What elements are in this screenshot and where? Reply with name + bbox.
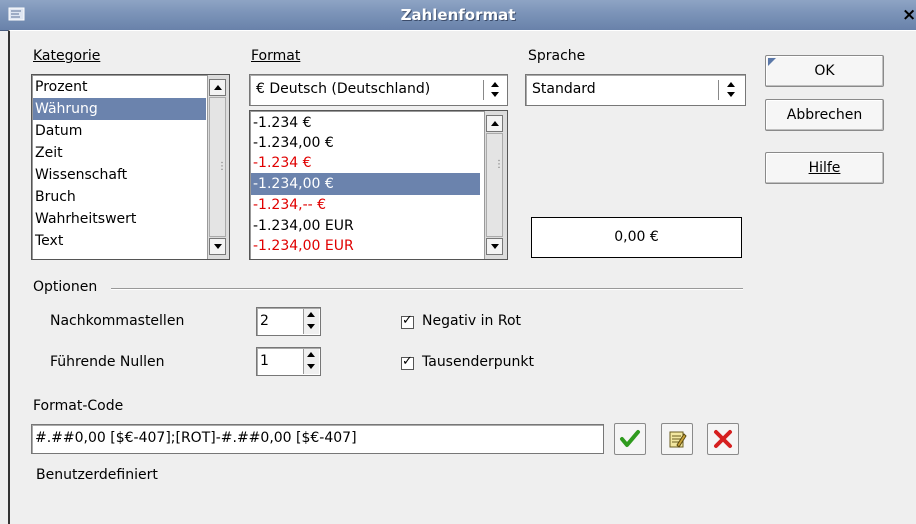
- format-label: Format: [251, 48, 301, 64]
- arrow-up-icon: [214, 85, 222, 90]
- default-indicator-icon: [768, 58, 776, 66]
- list-item[interactable]: Bruch: [35, 186, 76, 208]
- format-item[interactable]: -1.234,00 €: [253, 132, 334, 154]
- scroll-down-button[interactable]: [486, 238, 503, 255]
- window-title: Zahlenformat: [400, 6, 516, 24]
- combo-arrows-icon: [490, 81, 500, 101]
- fuehrende-nullen-value: 1: [260, 353, 269, 369]
- format-code-value: #.##0,00 [$€-407];[ROT]-#.##0,00 [$€-407…: [35, 430, 357, 446]
- fuehrende-nullen-stepper[interactable]: 1: [256, 347, 321, 376]
- format-description: Benutzerdefiniert: [36, 467, 158, 483]
- combo-separator: [718, 80, 719, 100]
- scroll-thumb[interactable]: ⋮: [486, 133, 504, 237]
- close-icon[interactable]: ×: [902, 6, 916, 24]
- list-item[interactable]: Zeit: [35, 142, 63, 164]
- delete-x-icon: [714, 430, 732, 448]
- list-item[interactable]: Datum: [35, 120, 82, 142]
- optionen-separator: [111, 288, 743, 290]
- arrow-down-icon: [214, 244, 222, 249]
- edit-comment-button[interactable]: [661, 423, 693, 455]
- delete-format-button[interactable]: [707, 423, 739, 455]
- format-item[interactable]: -1.234,00 €: [251, 173, 480, 195]
- ok-button-label: OK: [814, 63, 835, 79]
- abbrechen-button-label: Abbrechen: [786, 107, 863, 123]
- title-bar[interactable]: Zahlenformat ×: [0, 0, 916, 31]
- hilfe-button-label: Hilfe: [808, 160, 841, 176]
- negativ-in-rot-checkbox[interactable]: ✓: [401, 313, 414, 329]
- format-item[interactable]: -1.234,-- €: [253, 194, 326, 216]
- ok-button[interactable]: OK: [765, 55, 884, 87]
- list-item[interactable]: Währung: [33, 98, 206, 120]
- format-code-input[interactable]: #.##0,00 [$€-407];[ROT]-#.##0,00 [$€-407…: [31, 424, 604, 454]
- format-scrollbar[interactable]: ⋮: [484, 111, 507, 259]
- arrow-up-icon: [491, 121, 499, 126]
- format-item[interactable]: -1.234 €: [253, 112, 312, 134]
- format-combo-value: € Deutsch (Deutschland): [256, 81, 431, 97]
- kategorie-label: Kategorie: [33, 48, 101, 64]
- list-item[interactable]: Wahrheitswert: [35, 208, 136, 230]
- sprache-combo[interactable]: Standard: [525, 74, 746, 106]
- nachkommastellen-value: 2: [260, 313, 269, 329]
- fuehrende-nullen-label: Führende Nullen: [50, 354, 165, 370]
- optionen-label: Optionen: [33, 279, 98, 295]
- scroll-down-button[interactable]: [209, 238, 226, 255]
- grip-icon: ⋮: [494, 159, 504, 170]
- kategorie-scrollbar[interactable]: ⋮: [207, 75, 229, 259]
- list-item[interactable]: Wissenschaft: [35, 164, 127, 186]
- format-list[interactable]: -1.234 € -1.234,00 € -1.234 € -1.234,00 …: [249, 110, 508, 260]
- scroll-up-button[interactable]: [486, 115, 503, 132]
- spin-arrows-icon[interactable]: [303, 349, 319, 374]
- nachkommastellen-stepper[interactable]: 2: [256, 307, 321, 336]
- checkmark-icon: [620, 430, 640, 447]
- tausenderpunkt-checkbox[interactable]: ✓: [401, 354, 414, 370]
- format-language-combo[interactable]: € Deutsch (Deutschland): [249, 74, 508, 106]
- kategorie-list[interactable]: Prozent Währung Datum Zeit Wissenschaft …: [31, 74, 230, 260]
- list-item[interactable]: Prozent: [35, 76, 88, 98]
- arrow-down-icon: [491, 244, 499, 249]
- format-preview: 0,00 €: [531, 217, 742, 258]
- negativ-in-rot-label[interactable]: Negativ in Rot: [422, 313, 521, 329]
- abbrechen-button[interactable]: Abbrechen: [765, 99, 884, 131]
- check-icon: ✓: [402, 354, 413, 369]
- format-item[interactable]: -1.234 €: [253, 152, 312, 174]
- sprache-label: Sprache: [528, 48, 586, 64]
- combo-separator: [483, 80, 484, 100]
- grip-icon: ⋮: [217, 161, 227, 172]
- list-item[interactable]: Text: [35, 230, 63, 252]
- hilfe-button[interactable]: Hilfe: [765, 152, 884, 184]
- combo-arrows-icon: [726, 81, 736, 101]
- spin-arrows-icon[interactable]: [303, 309, 319, 334]
- note-edit-icon: [669, 431, 687, 448]
- format-item[interactable]: -1.234,00 EUR: [253, 215, 354, 237]
- format-item[interactable]: -1.234,00 EUR: [253, 235, 354, 257]
- check-icon: ✓: [402, 313, 413, 328]
- tausenderpunkt-label[interactable]: Tausenderpunkt: [422, 354, 534, 370]
- sprache-combo-value: Standard: [532, 81, 596, 97]
- nachkommastellen-label: Nachkommastellen: [50, 313, 185, 329]
- scroll-thumb[interactable]: ⋮: [209, 97, 227, 237]
- accept-format-button[interactable]: [614, 423, 646, 455]
- scroll-up-button[interactable]: [209, 79, 226, 96]
- format-code-label: Format-Code: [33, 398, 124, 414]
